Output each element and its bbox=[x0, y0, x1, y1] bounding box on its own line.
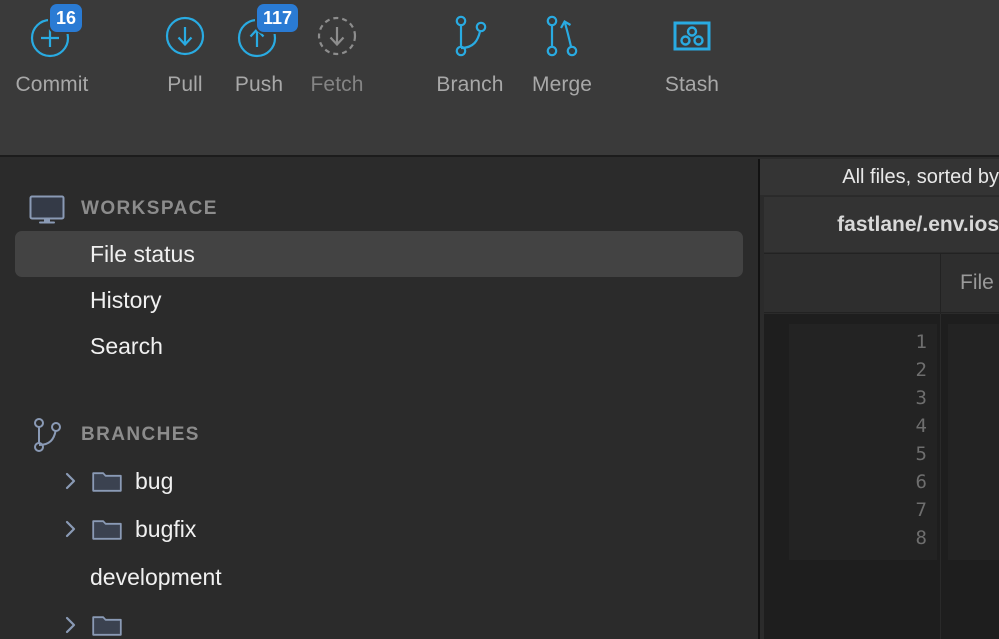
column-header-file[interactable]: File bbox=[960, 271, 994, 295]
sidebar-item-file-status[interactable]: File status bbox=[15, 231, 743, 277]
branch-item-bug[interactable]: bug bbox=[0, 457, 758, 505]
sidebar-section-workspace-header: WORKSPACE bbox=[0, 187, 758, 231]
folder-icon bbox=[92, 469, 122, 493]
toolbar-button-stash[interactable]: Stash bbox=[640, 8, 744, 97]
diff-viewer: 1 2 3 4 5 6 7 8 bbox=[764, 314, 999, 639]
line-number-gutter: 1 2 3 4 5 6 7 8 bbox=[789, 324, 937, 560]
pull-arrow-down-circle-icon bbox=[157, 8, 213, 64]
branch-item-label: bug bbox=[135, 467, 174, 494]
sort-label: All files, sorted by bbox=[842, 165, 999, 188]
line-number: 2 bbox=[915, 359, 927, 381]
sidebar-section-branches-header: BRANCHES bbox=[0, 413, 758, 457]
sidebar-section-branches-label: BRANCHES bbox=[81, 424, 200, 445]
sidebar-item-label: History bbox=[90, 286, 162, 313]
sidebar-item-history[interactable]: History bbox=[0, 277, 758, 323]
diff-right-column bbox=[948, 324, 999, 560]
main-toolbar: 16 Commit Pull 117 Push Fetch Branch Merge Stash bbox=[0, 0, 999, 157]
toolbar-button-branch[interactable]: Branch bbox=[418, 8, 522, 97]
toolbar-button-fetch[interactable]: Fetch bbox=[285, 8, 389, 97]
sidebar-item-label: File status bbox=[90, 240, 195, 267]
sort-options-bar[interactable]: All files, sorted by bbox=[760, 159, 999, 195]
line-number: 7 bbox=[915, 499, 927, 521]
push-arrow-up-circle-icon: 117 bbox=[231, 4, 299, 64]
toolbar-button-commit[interactable]: 16 Commit bbox=[0, 4, 104, 97]
monitor-icon bbox=[27, 192, 67, 226]
folder-icon bbox=[92, 613, 122, 637]
chevron-right-icon[interactable] bbox=[62, 616, 80, 634]
chevron-right-icon[interactable] bbox=[62, 472, 80, 490]
toolbar-label-fetch: Fetch bbox=[310, 73, 364, 96]
line-number: 6 bbox=[915, 471, 927, 493]
toolbar-label-pull: Pull bbox=[167, 73, 203, 96]
file-path-label: fastlane/.env.ios bbox=[837, 212, 999, 236]
line-number: 4 bbox=[915, 415, 927, 437]
sidebar: WORKSPACE File status History Search BRANC… bbox=[0, 159, 758, 639]
toolbar-label-merge: Merge bbox=[531, 73, 593, 96]
line-number: 5 bbox=[915, 443, 927, 465]
toolbar-badge-commit: 16 bbox=[50, 4, 83, 32]
toolbar-label-stash: Stash bbox=[664, 73, 720, 96]
commit-plus-circle-icon: 16 bbox=[24, 4, 83, 64]
stash-box-icon bbox=[664, 8, 720, 64]
sidebar-section-workspace-label: WORKSPACE bbox=[81, 198, 218, 219]
toolbar-items: 16 Commit Pull 117 Push Fetch Branch Merge Stash bbox=[0, 0, 999, 155]
toolbar-label-push: Push bbox=[234, 73, 284, 96]
branch-fork-icon bbox=[442, 8, 498, 64]
diff-column-divider[interactable] bbox=[940, 314, 941, 639]
branch-fork-icon bbox=[27, 418, 67, 452]
line-number: 1 bbox=[915, 331, 927, 353]
toolbar-label-branch: Branch bbox=[436, 73, 504, 96]
toolbar-label-commit: Commit bbox=[15, 73, 89, 96]
branch-item-label: development bbox=[90, 563, 222, 590]
branch-item-partial[interactable] bbox=[0, 601, 758, 639]
fetch-arrow-down-dashed-circle-icon bbox=[309, 8, 365, 64]
file-detail-pane: All files, sorted by fastlane/.env.ios F… bbox=[760, 159, 999, 639]
sidebar-item-search[interactable]: Search bbox=[0, 323, 758, 369]
chevron-right-icon[interactable] bbox=[62, 520, 80, 538]
line-number: 8 bbox=[915, 527, 927, 549]
branch-item-development[interactable]: development bbox=[0, 553, 758, 601]
branch-item-list: bug bugfix development bbox=[0, 457, 758, 639]
sourcetree-window: 16 Commit Pull 117 Push Fetch Branch Merge Stash… bbox=[0, 0, 999, 639]
toolbar-button-merge[interactable]: Merge bbox=[510, 8, 614, 97]
sidebar-item-label: Search bbox=[90, 332, 163, 359]
line-number: 3 bbox=[915, 387, 927, 409]
folder-icon bbox=[92, 517, 122, 541]
merge-arrow-icon bbox=[534, 8, 590, 64]
branch-item-label: bugfix bbox=[135, 515, 197, 542]
workspace-item-list: File status History Search bbox=[0, 231, 758, 369]
file-path-header: fastlane/.env.ios bbox=[764, 196, 999, 252]
column-divider[interactable] bbox=[940, 254, 941, 314]
branch-item-bugfix[interactable]: bugfix bbox=[0, 505, 758, 553]
column-header-row: File bbox=[764, 253, 999, 314]
